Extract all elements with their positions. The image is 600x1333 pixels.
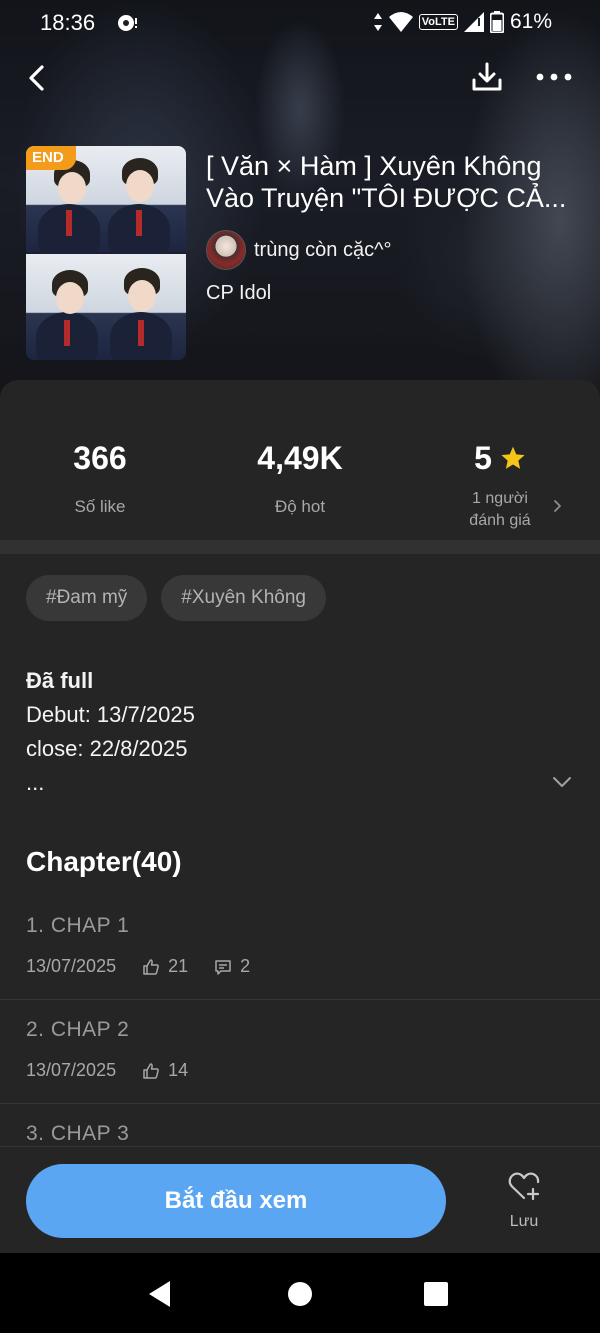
cover-panel-bottom [26,254,186,360]
chapter-comments: 2 [240,956,251,976]
hot-stat: 4,49K Độ hot [200,438,400,518]
chapter-title: 1. CHAP 1 [26,914,130,937]
chevron-right-icon[interactable] [550,498,564,514]
likes-stat: 366 Số like [0,438,200,518]
comment-icon [215,959,231,975]
start-reading-button[interactable]: Bắt đầu xem [26,1164,446,1238]
bottom-action-bar: Bắt đầu xem Lưu [0,1146,600,1253]
system-nav-bar [0,1253,600,1333]
top-bar [0,52,600,104]
star-icon [501,446,525,469]
description-line: ... [26,770,45,795]
rating-label: 1 người đánh giá [400,488,600,532]
likes-label: Số like [74,497,126,516]
chapter-date: 13/07/2025 [26,956,117,976]
save-button[interactable]: Lưu [494,1169,554,1239]
rating-value-row: 5 [400,438,600,478]
rating-value: 5 [474,439,492,476]
detail-sheet: 366 Số like 4,49K Độ hot 5 1 người đánh … [0,380,600,1253]
messenger-notification-icon [118,15,137,31]
chapter-meta: 13/07/2025 21 2 [26,956,250,977]
author-name[interactable]: trùng còn cặc^° [254,239,391,262]
chevron-down-icon[interactable] [552,776,572,788]
back-icon[interactable] [22,62,54,94]
chapter-likes: 21 [168,956,189,976]
likes-value: 366 [73,439,127,476]
rating-stat[interactable]: 5 1 người đánh giá [400,438,600,532]
status-indicators: VoLTE 61% [373,10,552,34]
battery-percent: 61% [509,10,552,33]
author-avatar[interactable] [206,230,246,270]
chapter-item[interactable]: 2. CHAP 2 13/07/2025 14 [0,1000,600,1104]
tag-dam-my[interactable]: #Đam mỹ [26,575,148,621]
chapter-date: 13/07/2025 [26,1060,117,1080]
chapter-title: 3. CHAP 3 [26,1122,130,1145]
hot-value: 4,49K [257,439,343,476]
nav-recents-icon[interactable] [424,1282,448,1306]
data-arrows-icon [373,13,382,31]
hot-label: Độ hot [274,497,326,516]
description-line: Debut: 13/7/2025 [26,702,195,727]
download-icon[interactable] [470,60,504,94]
thumbs-up-icon [143,1062,159,1079]
wifi-icon [388,12,413,32]
section-divider [0,540,600,554]
description-line: close: 22/8/2025 [26,736,188,761]
battery-icon [489,11,504,33]
story-description[interactable]: Đã full Debut: 13/7/2025 close: 22/8/202… [26,664,546,800]
nav-back-icon[interactable] [146,1279,174,1309]
chapter-meta: 13/07/2025 14 [26,1060,188,1081]
volte-badge: VoLTE [418,14,458,30]
rating-label-line1: 1 người [472,490,528,507]
author-row[interactable]: trùng còn cặc^° [206,230,391,270]
nav-home-icon[interactable] [288,1282,312,1306]
end-badge: END [26,146,76,170]
tag-list: #Đam mỹ #Xuyên Không [26,575,326,621]
tag-xuyen-khong[interactable]: #Xuyên Không [161,575,326,621]
chapter-title: 2. CHAP 2 [26,1018,130,1041]
more-options-icon[interactable] [534,64,574,90]
chapter-item[interactable]: 1. CHAP 1 13/07/2025 21 2 [0,896,600,1000]
status-time: 18:36 [40,10,96,35]
rating-label-line2: đánh giá [469,512,531,529]
thumbs-up-icon [143,958,159,975]
signal-icon [463,12,484,32]
story-title: [ Văn × Hàm ] Xuyên Không Vào Truyện "TÔ… [206,151,567,213]
description-line: Đã full [26,668,94,693]
story-cover[interactable] [26,146,186,360]
story-category[interactable]: CP Idol [206,282,271,305]
heart-add-icon [508,1172,540,1201]
stats-row: 366 Số like 4,49K Độ hot 5 1 người đánh … [0,380,600,540]
chapter-likes: 14 [168,1060,189,1080]
chapter-heading: Chapter(40) [26,846,182,877]
status-bar: 18:36 VoLTE 61% [0,0,600,46]
save-label: Lưu [509,1213,539,1230]
